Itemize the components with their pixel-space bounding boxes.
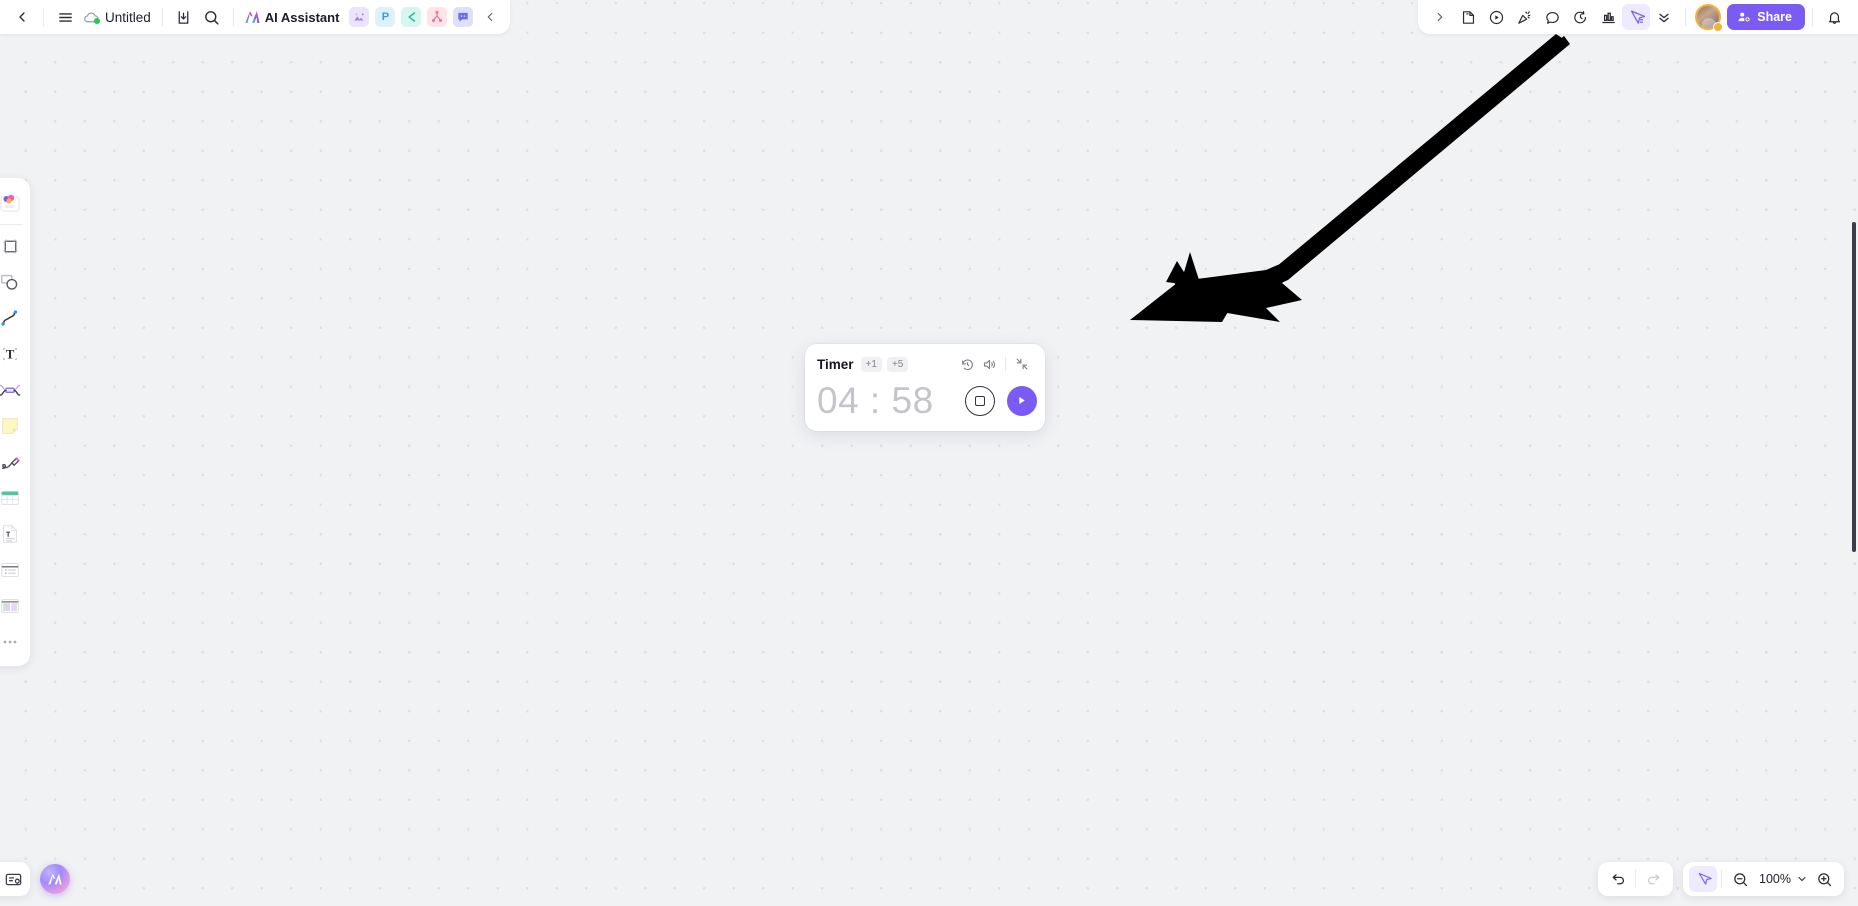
zoom-in-button[interactable] — [1810, 866, 1838, 892]
ai-logo-icon — [48, 873, 62, 885]
bell-icon[interactable] — [1820, 4, 1848, 30]
sidebar-tool-document[interactable] — [0, 519, 25, 549]
user-avatar[interactable] — [1695, 4, 1724, 32]
share-button[interactable]: Share — [1727, 4, 1805, 30]
avatar-badge — [1713, 22, 1724, 32]
zoom-out-button[interactable] — [1726, 866, 1754, 892]
tool-sidebar: T — [0, 178, 30, 666]
chevrons-down-icon[interactable] — [1650, 4, 1678, 30]
ai-assistant-label: AI Assistant — [264, 9, 340, 25]
svg-text:T: T — [6, 348, 15, 362]
search-button[interactable] — [198, 4, 226, 30]
timer-display[interactable]: 04 : 58 — [817, 382, 934, 419]
zoom-level-label[interactable]: 100% — [1754, 872, 1794, 886]
divider — [1005, 357, 1006, 371]
share-person-icon — [1738, 12, 1750, 22]
cursor-select-button[interactable] — [1689, 866, 1718, 892]
chevron-down-icon[interactable] — [1794, 866, 1810, 892]
share-label: Share — [1757, 10, 1792, 24]
sidebar-tool-text[interactable]: T — [0, 339, 25, 369]
image-app-icon[interactable] — [349, 7, 370, 27]
ai-assistant-orb-button[interactable] — [40, 864, 70, 894]
presentation-app-icon[interactable]: P — [375, 7, 396, 27]
timer-sound-icon[interactable] — [978, 353, 1000, 375]
download-button[interactable] — [170, 4, 198, 30]
ai-logo-icon — [245, 11, 260, 23]
play-icon — [1019, 396, 1025, 405]
back-button[interactable] — [8, 4, 36, 30]
timer-title: Timer — [817, 356, 854, 372]
timer-body: 04 : 58 — [817, 382, 1037, 419]
whiteboard-app: Untitled AI Assistant P Share T Timer +1… — [0, 0, 1858, 906]
bottom-right-group: 100% — [1598, 862, 1844, 896]
sidebar-tool-mindmap[interactable] — [0, 375, 25, 405]
timer-widget[interactable]: Timer +1 +5 04: 58 — [805, 344, 1045, 431]
minimap-button[interactable] — [0, 862, 30, 896]
comment-bubble-icon[interactable] — [1538, 4, 1566, 30]
sidebar-tool-list[interactable] — [0, 555, 25, 585]
comment-app-icon[interactable] — [453, 7, 474, 27]
timer-stop-button[interactable] — [964, 385, 995, 416]
redo-button[interactable] — [1639, 866, 1667, 892]
sidebar-tool-more[interactable] — [0, 627, 25, 657]
document-title[interactable]: Untitled — [105, 10, 151, 25]
undo-button[interactable] — [1604, 866, 1632, 892]
timer-add-five-chip[interactable]: +5 — [886, 356, 909, 372]
collapse-apps-button[interactable] — [476, 4, 504, 30]
celebrate-icon[interactable] — [1510, 4, 1538, 30]
minimap-card-icon — [5, 873, 22, 885]
timer-play-button[interactable] — [1006, 385, 1037, 416]
divider — [161, 8, 163, 26]
divider — [0, 224, 23, 225]
divider — [1635, 870, 1637, 888]
sidebar-tool-table[interactable] — [0, 483, 25, 513]
divider — [43, 8, 44, 26]
divider — [232, 8, 234, 26]
divider — [1721, 870, 1723, 888]
ai-assistant-button[interactable]: AI Assistant — [241, 8, 342, 26]
sidebar-tool-shape[interactable] — [0, 267, 25, 297]
timer-collapse-icon[interactable] — [1011, 353, 1033, 375]
flowchart-app-icon[interactable] — [427, 7, 448, 27]
divider — [1812, 8, 1813, 26]
cloud-synced-icon — [83, 9, 100, 26]
divider — [1685, 8, 1687, 26]
chart-icon[interactable] — [1594, 4, 1622, 30]
sidebar-tool-pen[interactable] — [0, 447, 25, 477]
timer-icon[interactable] — [1566, 4, 1594, 30]
sidebar-tool-slides[interactable] — [0, 591, 25, 621]
history-group — [1598, 862, 1674, 896]
vertical-scrollbar[interactable] — [1852, 222, 1856, 552]
timer-add-one-chip[interactable]: +1 — [860, 356, 882, 372]
sidebar-tool-sticky[interactable] — [0, 411, 25, 441]
timer-reset-icon[interactable] — [956, 353, 978, 375]
sticky-note-icon[interactable] — [1454, 4, 1482, 30]
top-bar-right-group: Share — [1418, 0, 1858, 34]
bottom-left-group — [0, 862, 70, 896]
hamburger-menu-button[interactable] — [51, 4, 79, 30]
sidebar-tool-image[interactable] — [0, 188, 25, 218]
expand-panel-button[interactable] — [1426, 4, 1454, 30]
timer-header: Timer +1 +5 — [817, 354, 1033, 374]
cursor-select-icon[interactable] — [1622, 4, 1651, 30]
sidebar-tool-connector[interactable] — [0, 303, 25, 333]
play-circle-icon[interactable] — [1482, 4, 1510, 30]
mindmap-app-icon[interactable] — [401, 7, 422, 27]
top-bar-left-group: Untitled AI Assistant P — [0, 0, 511, 34]
canvas-surface[interactable] — [0, 0, 1858, 906]
sidebar-tool-frame[interactable] — [0, 231, 25, 261]
zoom-group: 100% — [1683, 862, 1844, 896]
